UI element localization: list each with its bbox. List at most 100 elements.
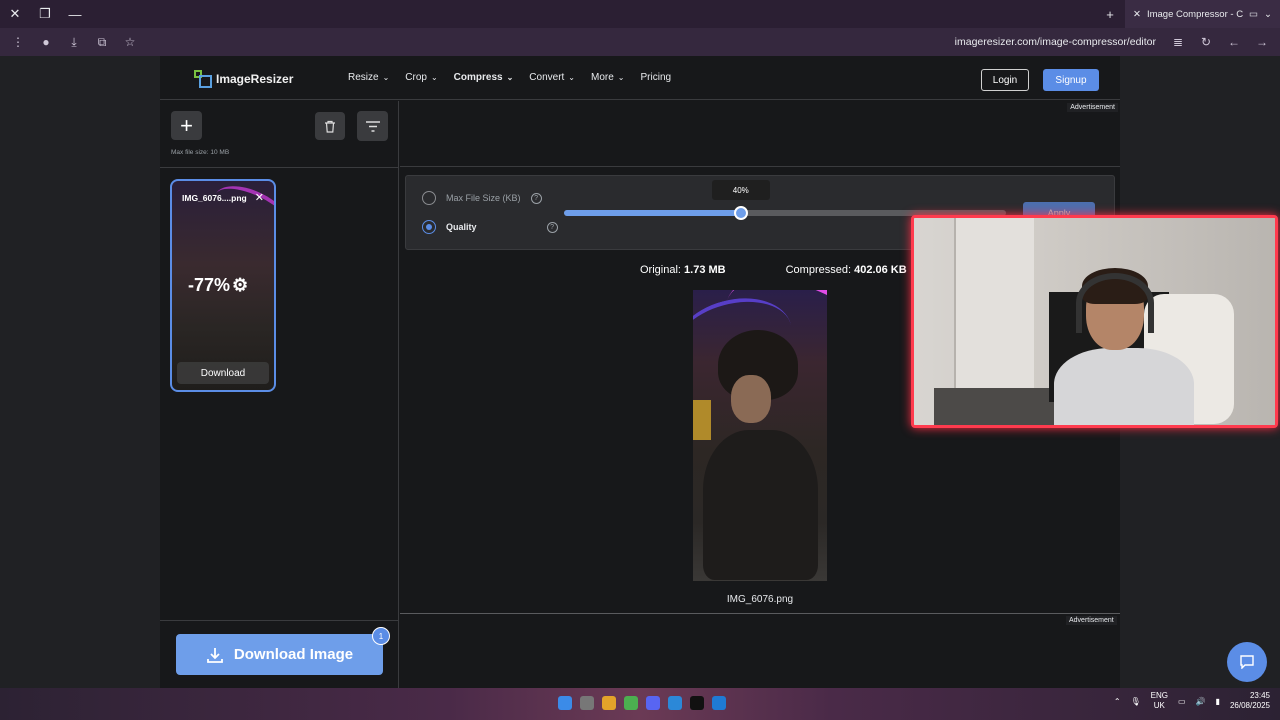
close-window-icon[interactable]: ✕	[0, 0, 30, 28]
file-count-badge: 1	[372, 627, 390, 645]
reduction-value: -77%	[188, 275, 231, 295]
edge-icon[interactable]	[712, 696, 726, 710]
nav-compress[interactable]: Compress ⌄	[454, 72, 514, 83]
divider	[160, 620, 399, 621]
chevron-up-icon[interactable]: ⌃	[1114, 697, 1121, 706]
trash-icon	[325, 120, 335, 133]
nav-crop[interactable]: Crop ⌄	[405, 72, 437, 83]
new-tab-icon[interactable]: +	[1095, 0, 1125, 28]
add-file-button[interactable]: +	[171, 111, 202, 140]
os-taskbar: ⌃ 🎙 ENG UK ▭ 🔊 ▮ 23:45 26/08/2025	[0, 688, 1280, 720]
clock-time: 23:45	[1249, 691, 1270, 700]
logo-text: ImageResizer	[216, 72, 294, 86]
nav-compress-label: Compress	[453, 72, 503, 83]
thumbnail-image	[207, 181, 274, 247]
advertisement-label: Advertisement	[1067, 103, 1118, 112]
gear-icon[interactable]: ⚙	[232, 275, 248, 296]
filter-button[interactable]	[357, 111, 388, 141]
profile-icon[interactable]: ●	[34, 30, 58, 54]
obs-icon[interactable]	[690, 696, 704, 710]
compressed-value: 402.06 KB	[854, 264, 907, 276]
extensions-icon[interactable]: ⧉	[90, 30, 114, 54]
restore-window-icon[interactable]: ❐	[30, 0, 60, 28]
clock-date: 26/08/2025	[1229, 701, 1270, 710]
help-icon[interactable]: ?	[530, 192, 542, 204]
minimize-window-icon[interactable]: —	[60, 0, 90, 28]
display-icon[interactable]: ▭	[1178, 697, 1186, 706]
filter-icon	[365, 120, 380, 132]
chevron-down-icon: ⌄	[382, 73, 390, 82]
login-button[interactable]: Login	[981, 69, 1029, 91]
max-file-size-label: Max File Size (KB)	[446, 193, 521, 203]
clock[interactable]: 23:45 26/08/2025	[1230, 691, 1270, 711]
download-image-label: Download Image	[233, 646, 354, 663]
nav-more[interactable]: More ⌄	[591, 72, 625, 83]
bookmark-star-icon[interactable]: ☆	[118, 30, 142, 54]
help-icon[interactable]: ?	[546, 221, 558, 233]
download-image-button[interactable]: Download Image	[176, 634, 383, 675]
original-label: Original:	[640, 264, 681, 276]
delete-all-button[interactable]	[315, 112, 345, 140]
quality-tooltip: 40%	[711, 180, 770, 200]
search-icon[interactable]	[580, 696, 594, 710]
original-size: Original: 1.73 MB	[640, 264, 726, 276]
preview-file-name: IMG_6076.png	[726, 594, 794, 605]
signup-button[interactable]: Signup	[1043, 69, 1099, 91]
file-explorer-icon[interactable]	[602, 696, 616, 710]
address-bar: ⋮ ● ⤓ ⧉ ☆ imageresizer.com/image-compres…	[0, 28, 1280, 56]
nav-resize[interactable]: Resize ⌄	[348, 72, 389, 83]
thumbnail-file-name: IMG_6076....png	[182, 193, 247, 203]
tab-menu-chevron-icon[interactable]: ⌄	[1264, 9, 1272, 20]
option-quality[interactable]: Quality ?	[422, 220, 558, 234]
photos-icon[interactable]	[668, 696, 682, 710]
quality-slider-handle[interactable]	[733, 206, 748, 220]
forward-icon[interactable]: →	[1250, 30, 1274, 54]
logo[interactable]: ImageResizer	[194, 70, 293, 88]
download-icon	[207, 647, 223, 663]
back-icon[interactable]: ←	[1222, 30, 1246, 54]
nav-more-label: More	[591, 72, 614, 83]
quality-slider-fill	[564, 210, 741, 216]
reload-icon[interactable]: ↻	[1194, 30, 1218, 54]
image-preview[interactable]	[693, 290, 827, 581]
thumbnail-download-button[interactable]: Download	[177, 362, 269, 384]
language-indicator[interactable]: ENG UK	[1151, 691, 1168, 711]
advertisement-top: Advertisement	[400, 101, 1120, 167]
download-icon[interactable]: ⤓	[62, 30, 86, 54]
chat-icon	[1240, 655, 1254, 669]
speaker-icon[interactable]: 🔊	[1196, 697, 1206, 706]
microphone-icon[interactable]: 🎙	[1131, 697, 1141, 706]
size-comparison: Original: 1.73 MB Compressed: 402.06 KB	[640, 264, 907, 276]
browser-tab[interactable]: ✕ Image Compressor - Compress ▭ ⌄	[1125, 0, 1280, 28]
chat-button[interactable]	[1227, 642, 1267, 682]
max-file-size-radio[interactable]	[422, 191, 436, 205]
nav-convert[interactable]: Convert ⌄	[529, 72, 575, 83]
chevron-down-icon: ⌄	[430, 73, 438, 82]
system-tray: ⌃ 🎙 ENG UK ▭ 🔊 ▮ 23:45 26/08/2025	[1114, 691, 1270, 711]
tab-close-icon[interactable]: ✕	[1133, 9, 1141, 20]
chrome-icon[interactable]	[624, 696, 638, 710]
headset	[1076, 273, 1154, 333]
max-file-size-note: Max file size: 10 MB	[171, 149, 230, 156]
chevron-down-icon: ⌄	[506, 73, 514, 82]
reduction-percent: -77% ⚙	[188, 275, 248, 296]
nav-pricing-label: Pricing	[640, 72, 672, 83]
advertisement-label: Advertisement	[1066, 616, 1117, 625]
reader-icon[interactable]: ≣	[1166, 30, 1190, 54]
start-icon[interactable]	[558, 696, 572, 710]
menu-dots-icon[interactable]: ⋮	[6, 30, 30, 54]
divider	[400, 613, 1120, 614]
lang-line1: ENG	[1150, 691, 1169, 700]
option-max-file-size[interactable]: Max File Size (KB) ?	[422, 191, 542, 205]
main-menu: Resize ⌄ Crop ⌄ Compress ⌄ Convert ⌄ More ⌄ P…	[348, 72, 671, 83]
url-field[interactable]: imageresizer.com/image-compressor/editor	[146, 36, 1162, 48]
quality-radio[interactable]	[422, 220, 436, 234]
tab-split-icon[interactable]: ▭	[1249, 9, 1258, 20]
quality-label: Quality	[446, 222, 477, 232]
remove-file-icon[interactable]: ✕	[255, 191, 264, 204]
discord-icon[interactable]	[646, 696, 660, 710]
nav-pricing[interactable]: Pricing	[641, 72, 672, 83]
divider	[160, 167, 399, 168]
battery-icon[interactable]: ▮	[1216, 697, 1220, 706]
file-thumbnail-card[interactable]: IMG_6076....png ✕ -77% ⚙ Download	[170, 179, 276, 392]
